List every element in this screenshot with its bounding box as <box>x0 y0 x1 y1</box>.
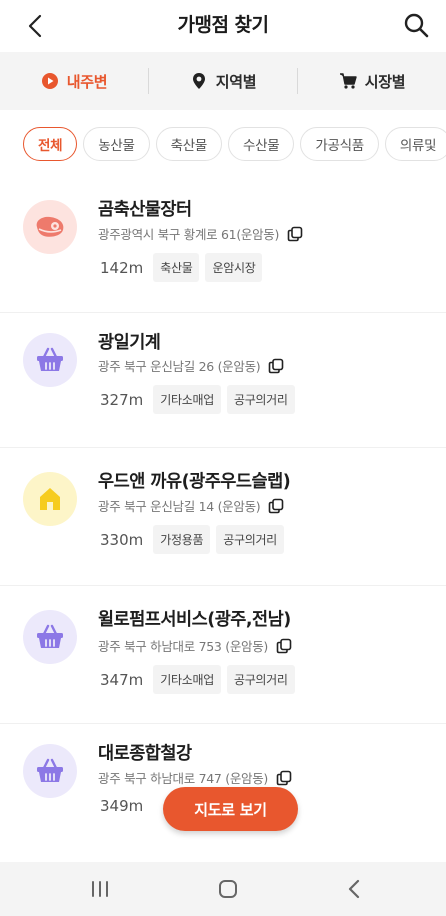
store-address-text: 광주 북구 운신남길 14 (운암동) <box>98 499 261 514</box>
store-avatar <box>23 333 77 387</box>
store-distance: 327m <box>100 390 144 409</box>
store-tag: 기타소매업 <box>153 665 221 694</box>
store-name: 우드앤 까유(광주우드슬랩) <box>98 472 291 492</box>
store-address: 광주 북구 하남대로 747 (운암동) <box>98 768 292 787</box>
store-name: 대로종합철강 <box>98 744 192 764</box>
category-chips: 전체 농산물 축산물 수산물 가공식품 의류및 <box>0 110 446 178</box>
store-avatar <box>23 744 77 798</box>
basket-icon <box>37 347 63 371</box>
store-address-text: 광주 북구 운신남길 26 (운암동) <box>98 359 261 374</box>
store-address-text: 광주광역시 북구 황계로 61(운암동) <box>98 227 280 242</box>
store-tag: 공구의거리 <box>226 385 295 414</box>
nav-back-icon[interactable] <box>342 876 368 902</box>
store-tag: 운암시장 <box>205 253 263 282</box>
store-avatar <box>23 610 77 664</box>
filter-tabs: 내주변 지역별 시장별 <box>0 52 446 110</box>
chip-processed-food[interactable]: 가공식품 <box>300 127 379 161</box>
store-avatar <box>23 472 77 526</box>
store-row[interactable]: 곰축산물장터 광주광역시 북구 황계로 61(운암동) 142m 축산물 운암시… <box>0 178 446 313</box>
copy-icon[interactable] <box>276 770 292 786</box>
store-meta: 327m 기타소매업 공구의거리 <box>100 385 295 414</box>
store-tag: 공구의거리 <box>216 525 284 554</box>
store-meta: 349m <box>100 797 147 815</box>
store-tag: 가정용품 <box>153 525 211 554</box>
cart-icon <box>339 73 357 89</box>
copy-icon[interactable] <box>276 638 292 654</box>
tab-market-label: 시장별 <box>364 72 406 91</box>
tab-nearby-label: 내주변 <box>66 72 108 91</box>
store-address-text: 광주 북구 하남대로 753 (운암동) <box>98 639 269 654</box>
store-row[interactable]: 광일기계 광주 북구 운신남길 26 (운암동) 327m 기타소매업 공구의거… <box>0 313 446 448</box>
copy-icon[interactable] <box>268 358 284 374</box>
tab-region-label: 지역별 <box>215 72 257 91</box>
tab-nearby[interactable]: 내주변 <box>0 52 148 110</box>
app-header: 가맹점 찾기 <box>0 0 446 52</box>
store-avatar <box>23 200 77 254</box>
store-meta: 142m 축산물 운암시장 <box>100 253 263 282</box>
store-row[interactable]: 우드앤 까유(광주우드슬랩) 광주 북구 운신남길 14 (운암동) 330m … <box>0 448 446 586</box>
system-nav-bar <box>0 862 446 916</box>
store-meta: 347m 기타소매업 공구의거리 <box>100 665 295 694</box>
store-row[interactable]: 윌로펌프서비스(광주,전남) 광주 북구 하남대로 753 (운암동) 347m… <box>0 586 446 724</box>
view-map-button[interactable]: 지도로 보기 <box>163 787 298 831</box>
chip-agricultural[interactable]: 농산물 <box>83 127 150 161</box>
store-address-text: 광주 북구 하남대로 747 (운암동) <box>98 771 269 786</box>
chip-clothing[interactable]: 의류및 <box>384 127 446 161</box>
chip-seafood[interactable]: 수산물 <box>228 127 295 161</box>
basket-icon <box>37 758 63 782</box>
chip-livestock[interactable]: 축산물 <box>155 127 222 161</box>
store-distance: 142m <box>100 258 144 277</box>
store-distance: 330m <box>100 530 144 549</box>
store-meta: 330m 가정용품 공구의거리 <box>100 525 284 554</box>
play-circle-icon <box>41 73 58 89</box>
store-address: 광주 북구 하남대로 753 (운암동) <box>98 636 292 655</box>
store-tag: 축산물 <box>153 253 200 282</box>
store-name: 곰축산물장터 <box>98 200 192 220</box>
recent-apps-icon[interactable] <box>87 876 113 902</box>
store-address: 광주 북구 운신남길 26 (운암동) <box>98 356 284 375</box>
basket-icon <box>37 624 63 648</box>
store-distance: 349m <box>100 797 144 815</box>
page-title: 가맹점 찾기 <box>177 14 269 36</box>
store-tag: 공구의거리 <box>226 665 295 694</box>
chip-all[interactable]: 전체 <box>23 127 78 161</box>
store-address: 광주광역시 북구 황계로 61(운암동) <box>98 224 303 243</box>
store-list: 곰축산물장터 광주광역시 북구 황계로 61(운암동) 142m 축산물 운암시… <box>0 178 446 859</box>
location-pin-icon <box>192 73 205 89</box>
store-name: 광일기계 <box>98 333 161 353</box>
store-address: 광주 북구 운신남길 14 (운암동) <box>98 496 284 515</box>
house-icon <box>40 488 60 510</box>
tab-market[interactable]: 시장별 <box>298 52 446 110</box>
search-icon[interactable] <box>402 11 430 39</box>
copy-icon[interactable] <box>287 226 303 242</box>
copy-icon[interactable] <box>268 498 284 514</box>
store-name: 윌로펌프서비스(광주,전남) <box>98 610 291 630</box>
home-icon[interactable] <box>215 876 241 902</box>
meat-icon <box>36 216 64 237</box>
store-distance: 347m <box>100 670 144 689</box>
tab-region[interactable]: 지역별 <box>149 52 297 110</box>
store-tag: 기타소매업 <box>153 385 221 414</box>
